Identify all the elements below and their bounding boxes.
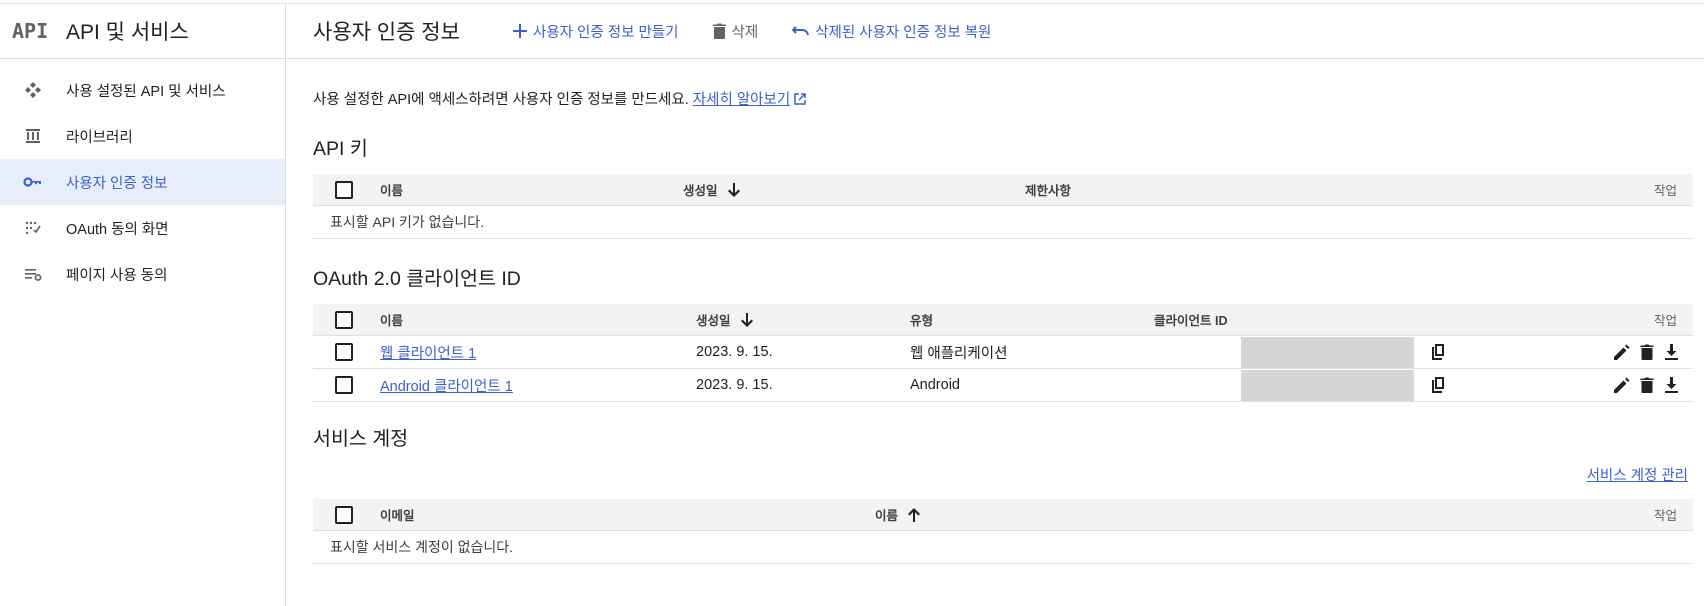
create-credentials-button[interactable]: 사용자 인증 정보 만들기	[513, 21, 679, 42]
edit-icon[interactable]	[1614, 377, 1630, 393]
intro-text: 사용 설정한 API에 액세스하려면 사용자 인증 정보를 만드세요. 자세히 …	[313, 88, 806, 109]
sidebar-title: API 및 서비스	[66, 21, 189, 44]
library-icon	[0, 128, 66, 144]
sidebar-item-label: 페이지 사용 동의	[66, 267, 168, 284]
redacted-client-id	[1241, 370, 1414, 401]
col-name-label: 이름	[875, 509, 899, 523]
copy-icon[interactable]	[1431, 377, 1445, 393]
client-name-link[interactable]: Android 클라이언트 1	[380, 375, 513, 396]
sidebar-item-label: 사용 설정된 API 및 서비스	[66, 83, 226, 100]
download-icon[interactable]	[1664, 344, 1679, 360]
sidebar-item-label: 라이브러리	[66, 129, 133, 146]
sidebar-nav: 사용 설정된 API 및 서비스 라이브러리 사용자 인증 정보 OAuth 동…	[0, 59, 285, 297]
delete-label: 삭제	[731, 24, 759, 41]
col-actions: 작업	[1653, 509, 1677, 523]
client-name-link[interactable]: 웹 클라이언트 1	[380, 342, 476, 363]
arrow-down-icon	[727, 182, 740, 197]
restore-deleted-label: 삭제된 사용자 인증 정보 복원	[815, 24, 992, 41]
settings-list-icon	[0, 267, 66, 281]
empty-message: 표시할 API 키가 없습니다.	[330, 214, 485, 230]
col-created[interactable]: 생성일	[696, 310, 753, 329]
arrow-up-icon	[908, 507, 921, 522]
learn-more-link[interactable]: 자세히 알아보기	[693, 88, 790, 109]
col-name[interactable]: 이름	[875, 505, 921, 524]
row-actions	[1614, 344, 1679, 360]
sidebar: API API 및 서비스 사용 설정된 API 및 서비스 라이브러리 사용자…	[0, 4, 286, 606]
table-row: 웹 클라이언트 1 2023. 9. 15. 웹 애플리케이션	[313, 336, 1693, 369]
table-header: 이름 생성일 제한사항 작업	[313, 174, 1693, 206]
created-date: 2023. 9. 15.	[696, 377, 773, 393]
download-icon[interactable]	[1664, 377, 1679, 393]
sidebar-item-credentials[interactable]: 사용자 인증 정보	[0, 159, 285, 205]
redacted-client-id	[1241, 337, 1414, 368]
plus-icon	[513, 24, 527, 38]
diamond-arrows-icon	[0, 81, 66, 99]
sidebar-item-page-consent[interactable]: 페이지 사용 동의	[0, 251, 285, 297]
oauth-title: OAuth 2.0 클라이언트 ID	[313, 268, 521, 290]
col-name[interactable]: 이름	[380, 180, 403, 199]
col-created-label: 생성일	[696, 314, 731, 328]
table-header: 이메일 이름 작업	[313, 499, 1693, 531]
col-client-id[interactable]: 클라이언트 ID	[1154, 310, 1227, 329]
service-accounts-table: 이메일 이름 작업 표시할 서비스 계정이 없습니다.	[313, 499, 1693, 564]
api-keys-title: API 키	[313, 138, 368, 160]
client-type: 웹 애플리케이션	[910, 345, 1008, 362]
col-created[interactable]: 생성일	[683, 180, 740, 199]
col-actions: 작업	[1653, 314, 1677, 328]
sidebar-item-label: OAuth 동의 화면	[66, 221, 169, 238]
edit-icon[interactable]	[1614, 344, 1630, 360]
client-type: Android	[910, 377, 960, 393]
empty-row: 표시할 서비스 계정이 없습니다.	[313, 531, 1693, 564]
delete-button[interactable]: 삭제	[712, 21, 759, 42]
main-content: 사용자 인증 정보 사용자 인증 정보 만들기 삭제 삭제된 사용자 인증 정보…	[287, 4, 1704, 606]
row-actions	[1614, 377, 1679, 393]
table-header: 이름 생성일 유형 클라이언트 ID 작업	[313, 304, 1693, 336]
api-keys-table: 이름 생성일 제한사항 작업 표시할 API 키가 없습니다.	[313, 174, 1693, 239]
key-icon	[0, 176, 66, 188]
undo-icon	[792, 26, 810, 36]
sidebar-item-library[interactable]: 라이브러리	[0, 113, 285, 159]
trash-icon	[712, 23, 726, 39]
created-date: 2023. 9. 15.	[696, 344, 773, 360]
select-all-checkbox[interactable]	[335, 310, 353, 329]
empty-message: 표시할 서비스 계정이 없습니다.	[330, 539, 513, 555]
oauth-table: 이름 생성일 유형 클라이언트 ID 작업 웹 클라이언트 1 2023. 9.…	[313, 304, 1693, 402]
row-checkbox[interactable]	[335, 376, 353, 394]
sidebar-item-oauth-consent[interactable]: OAuth 동의 화면	[0, 205, 285, 251]
row-checkbox[interactable]	[335, 343, 353, 361]
sidebar-item-label: 사용자 인증 정보	[66, 175, 168, 192]
table-row: Android 클라이언트 1 2023. 9. 15. Android	[313, 369, 1693, 402]
manage-service-accounts-link[interactable]: 서비스 계정 관리	[1587, 464, 1688, 485]
trash-icon[interactable]	[1640, 377, 1654, 393]
select-all-checkbox[interactable]	[335, 180, 353, 199]
col-type[interactable]: 유형	[910, 310, 933, 329]
col-created-label: 생성일	[683, 184, 718, 198]
select-all-checkbox[interactable]	[335, 505, 353, 524]
empty-row: 표시할 API 키가 없습니다.	[313, 206, 1693, 239]
restore-deleted-button[interactable]: 삭제된 사용자 인증 정보 복원	[792, 21, 991, 42]
col-name[interactable]: 이름	[380, 310, 403, 329]
sidebar-header: API API 및 서비스	[0, 4, 285, 59]
sidebar-item-enabled-apis[interactable]: 사용 설정된 API 및 서비스	[0, 67, 285, 113]
intro-description: 사용 설정한 API에 액세스하려면 사용자 인증 정보를 만드세요.	[313, 92, 689, 108]
consent-dots-icon	[0, 221, 66, 235]
col-restrictions: 제한사항	[1025, 184, 1072, 198]
col-email[interactable]: 이메일	[380, 505, 415, 524]
external-link-icon	[794, 92, 806, 105]
toolbar: 사용자 인증 정보 사용자 인증 정보 만들기 삭제 삭제된 사용자 인증 정보…	[287, 4, 1704, 59]
copy-icon[interactable]	[1431, 344, 1445, 360]
trash-icon[interactable]	[1640, 344, 1654, 360]
arrow-down-icon	[740, 312, 753, 327]
api-logo: API	[12, 19, 49, 43]
page-title: 사용자 인증 정보	[313, 21, 460, 44]
col-actions: 작업	[1653, 184, 1677, 198]
create-credentials-label: 사용자 인증 정보 만들기	[533, 24, 679, 41]
service-accounts-title: 서비스 계정	[313, 428, 409, 450]
